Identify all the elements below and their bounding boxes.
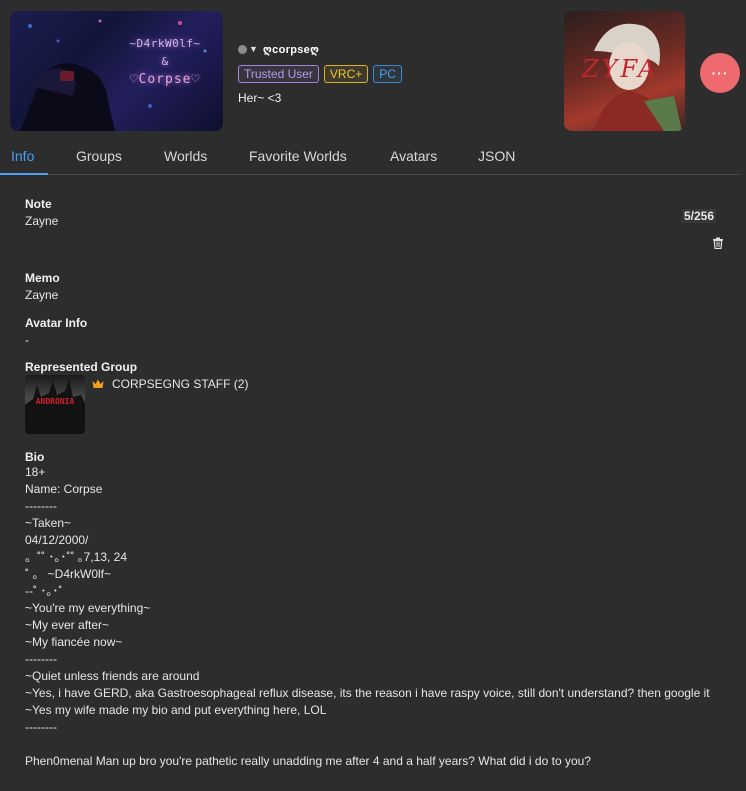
avatar-info-label: Avatar Info [25,316,88,330]
bio-line: ~My ever after~ [25,618,110,632]
bio-label: Bio [25,450,45,464]
tab-json[interactable]: JSON [478,148,515,164]
banner-line-3: ♡Corpse♡ [129,72,201,87]
crown-icon [92,379,104,388]
note-label: Note [25,197,52,211]
trust-rank-badge: Trusted User [238,65,319,83]
tab-avatars[interactable]: Avatars [390,148,437,164]
bio-line: ~You're my everything~ [25,601,151,615]
tab-favorite-worlds[interactable]: Favorite Worlds [249,148,347,164]
memo-value[interactable]: Zayne [25,288,58,302]
bio-line: ~Yes, i have GERD, aka Gastroesophageal … [25,686,710,700]
represented-group-link[interactable]: CORPSEGNG STAFF (2) [112,377,248,391]
group-thumb-caption: ANDRONIA [35,397,75,406]
trash-icon[interactable] [712,237,724,249]
active-tab-indicator [0,173,48,175]
more-options-button[interactable]: ··· [700,53,740,93]
bio-line: ~Taken~ [25,516,72,530]
profile-header: ~D4rkW0lf~ & ♡Corpse♡ ▼ ღcorpseღ Trusted… [0,0,746,140]
bio-line [25,736,725,753]
bio-line: ~My fiancée now~ [25,635,123,649]
bio-line: 18+ [25,465,46,479]
bio-line: --˚ ･｡･˚ [25,584,63,598]
bio-line: Phen0menal Man up bro you're pathetic re… [25,754,591,768]
profile-banner-image: ~D4rkW0lf~ & ♡Corpse♡ [10,11,223,131]
profile-tabs: Info Groups Worlds Favorite Worlds Avata… [0,140,740,175]
tab-worlds[interactable]: Worlds [164,148,207,164]
banner-caption: ~D4rkW0lf~ & ♡Corpse♡ [110,35,220,89]
note-value[interactable]: Zayne [25,214,58,228]
more-dots-icon: ··· [711,65,729,81]
tab-groups[interactable]: Groups [76,148,122,164]
memo-label: Memo [25,271,60,285]
banner-line-2: & [161,55,169,68]
group-name: CORPSEGNG STAFF [112,377,231,391]
bio-text: 18+ Name: Corpse -------- ~Taken~ 04/12/… [25,464,725,770]
group-member-count: (2) [233,377,249,391]
badge-row: Trusted User VRC+ PC [238,65,402,83]
note-char-count: 5/256 [682,209,717,223]
bio-line: Name: Corpse [25,482,103,496]
bio-line: -------- [25,499,57,513]
status-dot-icon[interactable] [238,44,247,54]
chevron-down-icon[interactable]: ▼ [249,44,258,54]
name-row: ▼ ღcorpseღ [238,40,402,58]
vrc-plus-badge: VRC+ [323,65,369,83]
banner-line-1: ~D4rkW0lf~ [129,37,201,50]
user-info: ▼ ღcorpseღ Trusted User VRC+ PC Her~ <3 [238,40,402,105]
platform-badge: PC [373,65,402,83]
bio-line: ~Quiet unless friends are around [25,669,200,683]
represented-group-label: Represented Group [25,360,138,374]
bio-line: -------- [25,652,57,666]
bio-line: ~Yes my wife made my bio and put everyth… [25,703,327,717]
avatar-thumbnail[interactable]: ZYFA [564,11,685,131]
display-name: ღcorpseღ [262,43,320,56]
group-thumbnail[interactable]: ANDRONIA [25,375,85,434]
avatar-caption: ZYFA [582,55,659,83]
avatar-info-value: - [25,333,29,347]
bio-line: 04/12/2000/ [25,533,89,547]
bio-line: ˚ 。 ~D4rkW0lf~ [25,567,112,581]
status-description: Her~ <3 [238,91,282,105]
bio-line: -------- [25,720,57,734]
bio-line: 。˚˚ ･｡･˚˚ ｡7,13, 24 [25,550,128,564]
tab-info[interactable]: Info [11,148,34,164]
